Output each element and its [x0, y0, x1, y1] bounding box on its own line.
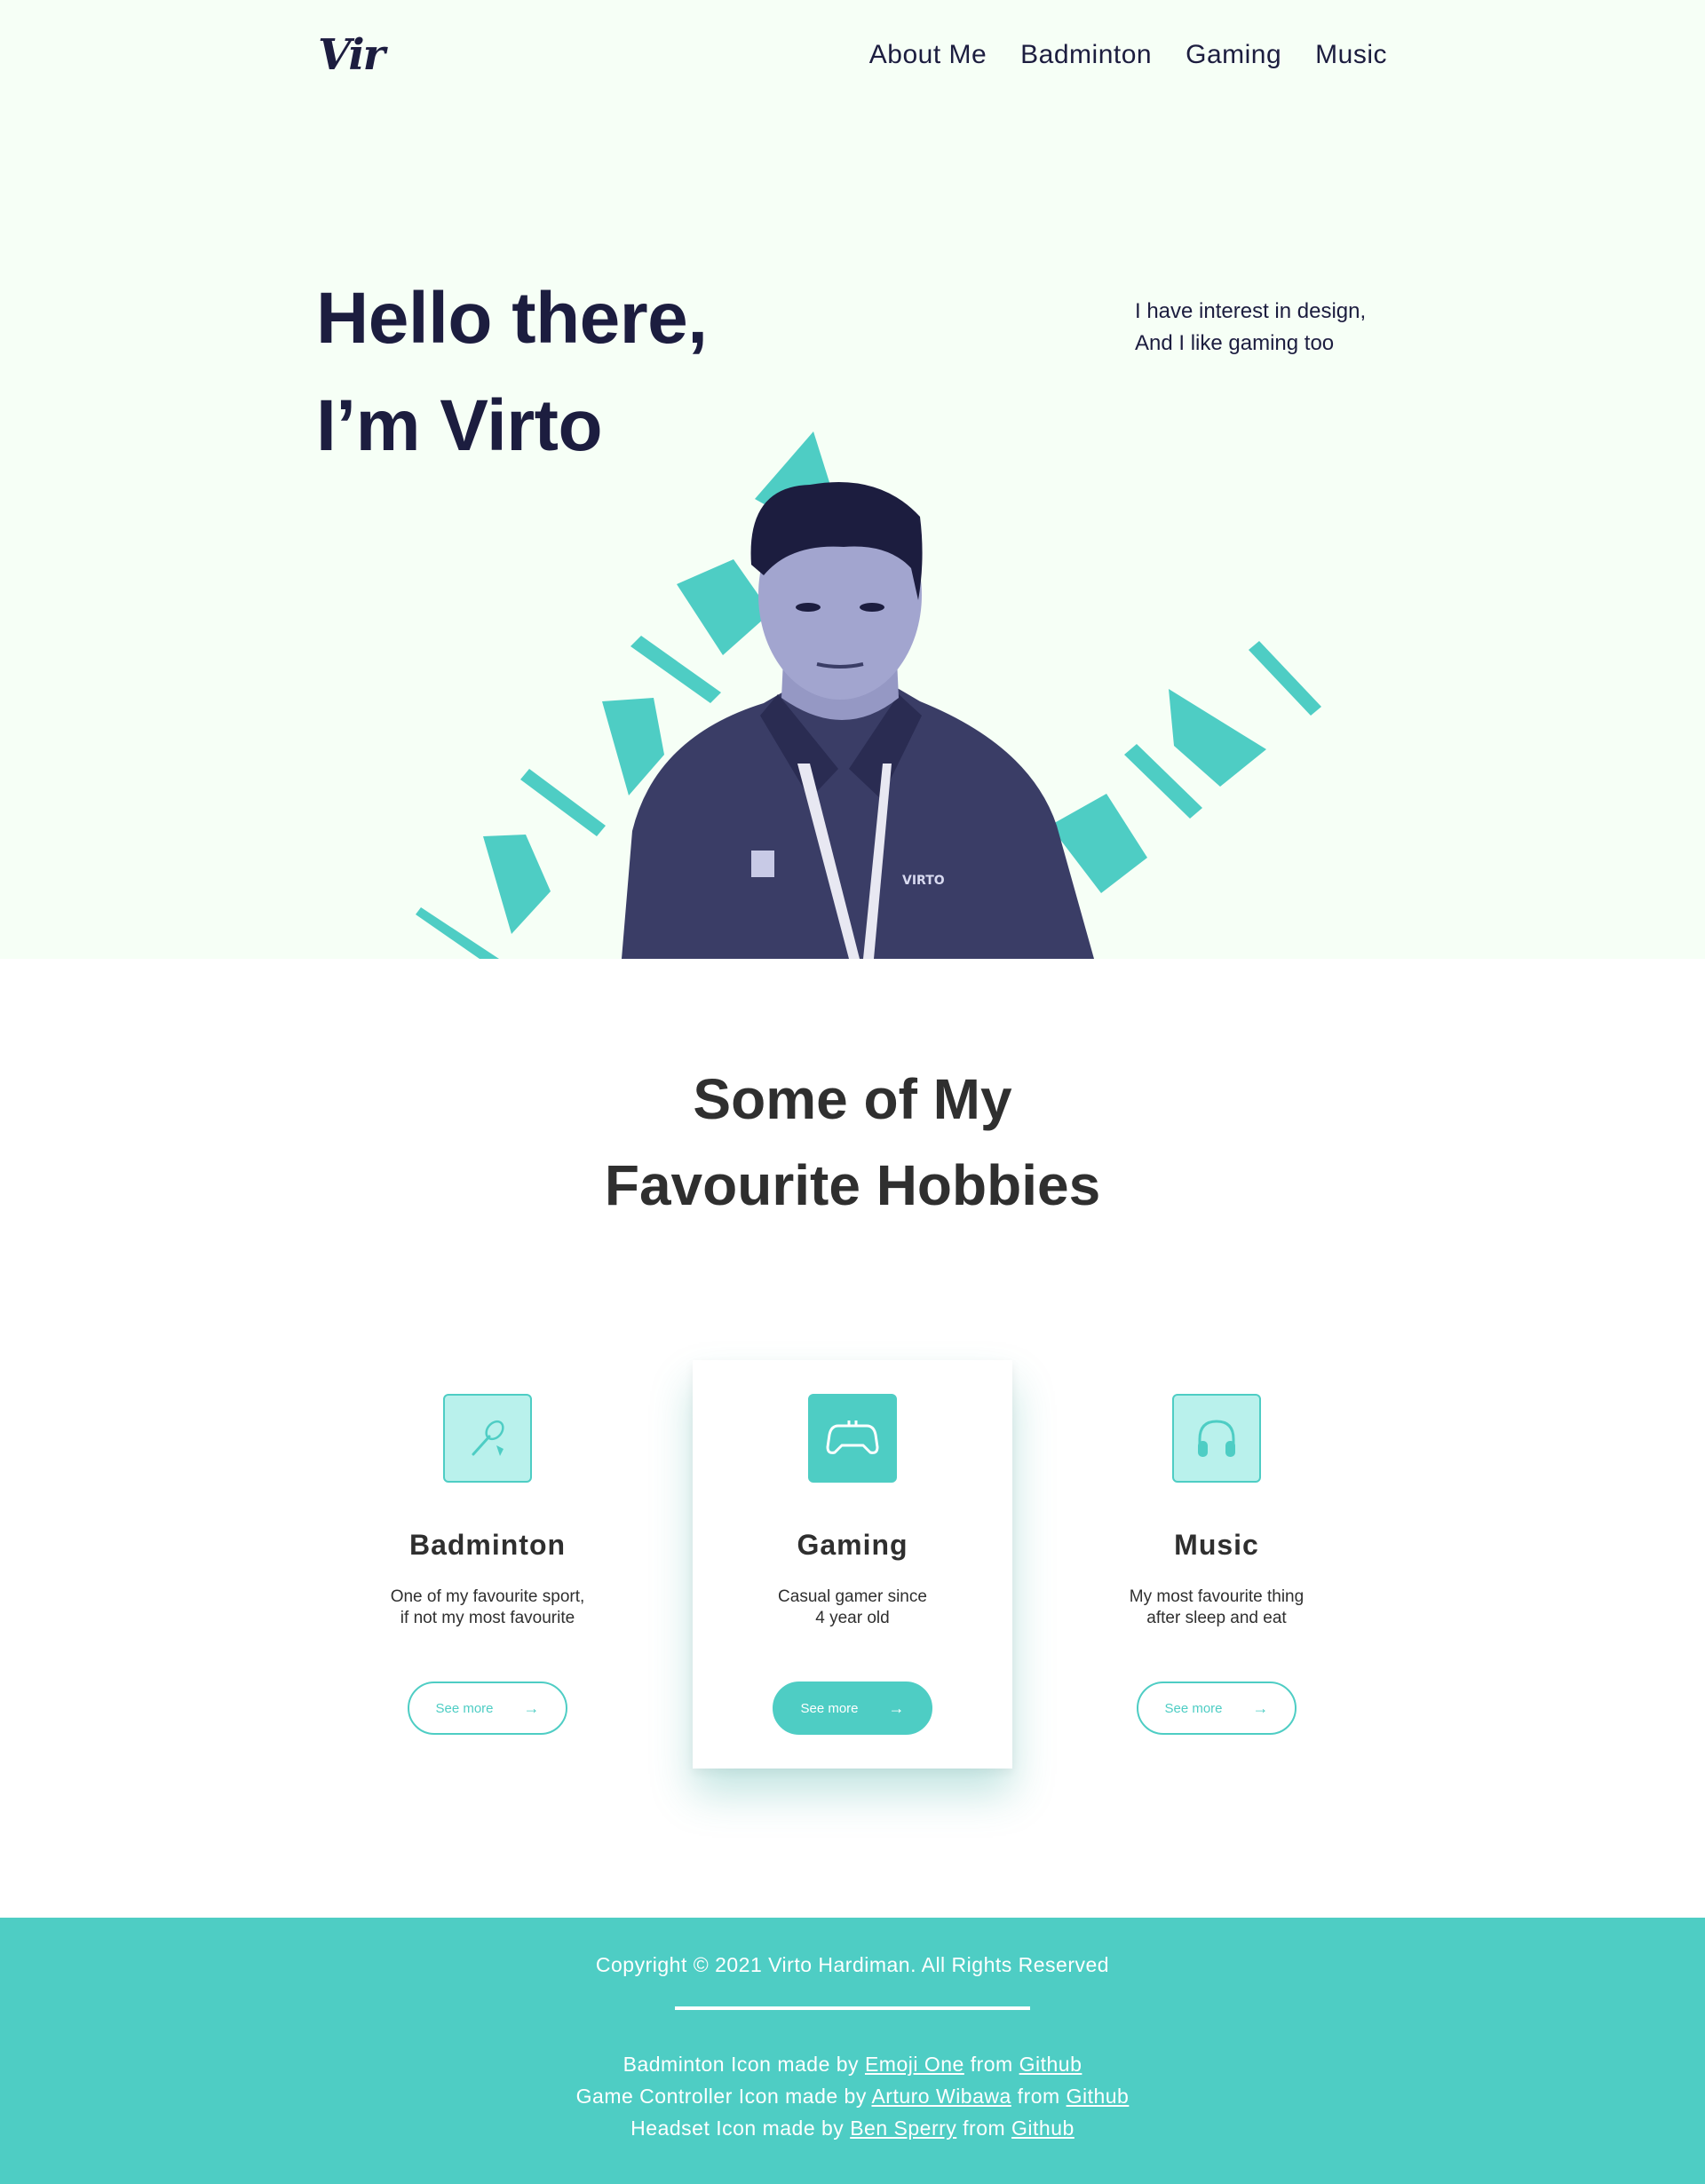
hobbies-heading-line1: Some of My [693, 1067, 1012, 1131]
hero-tagline-line1: I have interest in design, [1135, 299, 1367, 323]
credit-mid: from [1011, 2085, 1067, 2108]
nav-link-about-me[interactable]: About Me [869, 40, 987, 70]
credit-source-link[interactable]: Github [1067, 2085, 1130, 2108]
hero-heading: Hello there, I’m Virto [316, 265, 708, 479]
nav-link-music[interactable]: Music [1315, 40, 1387, 70]
credit-line-badminton: Badminton Icon made by Emoji One from Gi… [0, 2048, 1705, 2080]
icon-credits: Badminton Icon made by Emoji One from Gi… [0, 2048, 1705, 2144]
hobby-card-title: Badminton [408, 1529, 567, 1561]
see-more-button-music[interactable]: See more → [1137, 1682, 1297, 1735]
game-controller-icon [808, 1394, 897, 1483]
hobbies-heading: Some of My Favourite Hobbies [0, 1056, 1705, 1229]
hobby-card-desc-line2: if not my most favourite [400, 1609, 575, 1627]
hobby-card-gaming: Gaming Casual gamer since 4 year old See… [693, 1360, 1012, 1769]
top-navigation: Vir About Me Badminton Gaming Music [318, 27, 1387, 83]
see-more-button-gaming[interactable]: See more → [773, 1682, 932, 1735]
hero-heading-line2: I’m Virto [316, 385, 603, 466]
arrow-right-icon: → [1252, 1698, 1269, 1717]
hobby-card-title: Gaming [797, 1529, 908, 1561]
hobby-card-description: Casual gamer since 4 year old [693, 1587, 1012, 1629]
hero-section: VIRTO Vir About Me Badminton Gaming Musi… [0, 0, 1705, 959]
hobby-card-badminton: Badminton One of my favourite sport, if … [328, 1360, 647, 1769]
badminton-racket-icon [443, 1394, 532, 1483]
hobby-card-desc-line2: 4 year old [815, 1609, 890, 1627]
hero-illustration: VIRTO [416, 431, 1321, 959]
hobby-card-desc-line1: My most favourite thing [1129, 1587, 1305, 1606]
credit-author-link[interactable]: Emoji One [865, 2053, 964, 2076]
hobby-card-desc-line2: after sleep and eat [1146, 1609, 1287, 1627]
hobby-cards: Badminton One of my favourite sport, if … [0, 1360, 1705, 1769]
hobbies-heading-line2: Favourite Hobbies [604, 1153, 1101, 1217]
credit-line-music: Headset Icon made by Ben Sperry from Git… [0, 2112, 1705, 2144]
hobby-card-description: My most favourite thing after sleep and … [1057, 1587, 1376, 1629]
site-logo[interactable]: Vir [318, 30, 385, 80]
see-more-button-badminton[interactable]: See more → [408, 1682, 567, 1735]
see-more-label: See more [1164, 1700, 1223, 1716]
credit-mid: from [964, 2053, 1019, 2076]
arrow-right-icon: → [888, 1698, 905, 1717]
credit-prefix: Badminton Icon made by [623, 2053, 865, 2076]
see-more-label: See more [800, 1700, 859, 1716]
hobby-card-music: Music My most favourite thing after slee… [1057, 1360, 1376, 1769]
credit-author-link[interactable]: Arturo Wibawa [871, 2085, 1011, 2108]
portrait-image: VIRTO [622, 481, 1094, 959]
hobby-card-title: Music [1174, 1529, 1259, 1561]
hobby-card-desc-line1: One of my favourite sport, [390, 1587, 585, 1606]
credit-source-link[interactable]: Github [1011, 2117, 1075, 2140]
hero-tagline-line2: And I like gaming too [1135, 331, 1335, 355]
credit-source-link[interactable]: Github [1019, 2053, 1082, 2076]
headset-icon [1172, 1394, 1261, 1483]
site-footer: Copyright © 2021 Virto Hardiman. All Rig… [0, 1918, 1705, 2184]
hobby-card-description: One of my favourite sport, if not my mos… [328, 1587, 647, 1629]
credit-prefix: Game Controller Icon made by [575, 2085, 872, 2108]
credit-author-link[interactable]: Ben Sperry [850, 2117, 956, 2140]
footer-divider [675, 2006, 1030, 2010]
arrow-right-icon: → [523, 1698, 540, 1717]
nav-link-badminton[interactable]: Badminton [1020, 40, 1152, 70]
credit-mid: from [956, 2117, 1012, 2140]
nav-link-gaming[interactable]: Gaming [1186, 40, 1281, 70]
copyright-text: Copyright © 2021 Virto Hardiman. All Rig… [595, 1953, 1110, 1976]
see-more-label: See more [435, 1700, 494, 1716]
credit-prefix: Headset Icon made by [630, 2117, 851, 2140]
hero-tagline: I have interest in design, And I like ga… [1135, 296, 1366, 360]
nav-links: About Me Badminton Gaming Music [869, 40, 1387, 70]
portrait-shirt-text: VIRTO [902, 874, 945, 888]
hobby-card-desc-line1: Casual gamer since [778, 1587, 927, 1606]
hero-heading-line1: Hello there, [316, 278, 708, 359]
credit-line-gaming: Game Controller Icon made by Arturo Wiba… [0, 2080, 1705, 2112]
